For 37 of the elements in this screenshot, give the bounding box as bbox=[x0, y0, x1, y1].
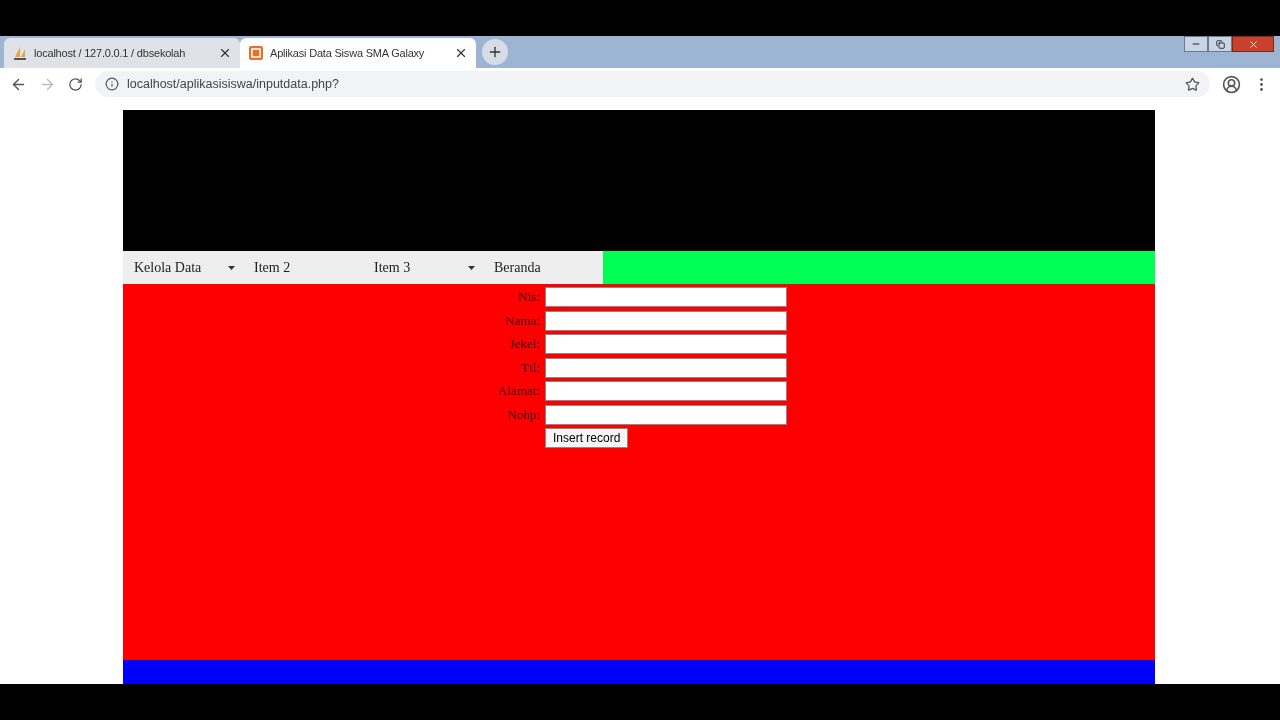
input-field[interactable] bbox=[545, 310, 787, 331]
tab-title: Aplikasi Data Siswa SMA Galaxy bbox=[270, 45, 426, 61]
input-field[interactable] bbox=[545, 334, 787, 354]
tab-title: localhost / 127.0.0.1 / dbsekolah bbox=[34, 45, 187, 61]
input-field[interactable] bbox=[545, 381, 787, 401]
browser-tab[interactable]: Aplikasi Data Siswa SMA Galaxy bbox=[240, 38, 476, 68]
browser-tab[interactable]: localhost / 127.0.0.1 / dbsekolah bbox=[4, 38, 240, 68]
input-field[interactable] bbox=[545, 287, 787, 307]
info-icon bbox=[105, 77, 119, 91]
field-label: Alamat: bbox=[497, 382, 540, 400]
field-label: Jekel: bbox=[508, 335, 540, 353]
nav-item[interactable]: Item 3 bbox=[363, 257, 483, 278]
bookmark-star-icon[interactable] bbox=[1185, 76, 1200, 92]
field-label: Ttl: bbox=[520, 358, 540, 377]
nav-item[interactable]: Beranda bbox=[483, 257, 603, 278]
nav-item[interactable]: Item 2 bbox=[243, 257, 363, 278]
insert-record-button[interactable]: Insert record bbox=[545, 428, 629, 448]
nav-item[interactable]: Kelola Data bbox=[123, 257, 243, 278]
app-logo-icon bbox=[248, 45, 264, 61]
url-text: localhost/aplikasisiswa/inputdata.php? bbox=[127, 75, 340, 93]
new-tab-button[interactable] bbox=[482, 39, 508, 65]
close-icon bbox=[1247, 38, 1259, 50]
address-bar[interactable]: localhost/aplikasisiswa/inputdata.php? bbox=[95, 71, 1210, 97]
minimize-button[interactable] bbox=[1184, 36, 1208, 52]
close-icon[interactable] bbox=[218, 46, 232, 60]
field-label: Nama: bbox=[504, 311, 540, 330]
field-label: Nohp: bbox=[506, 405, 540, 424]
reload-icon[interactable] bbox=[68, 76, 83, 92]
plus-icon bbox=[487, 44, 503, 60]
profile-icon[interactable] bbox=[1222, 74, 1241, 94]
input-field[interactable] bbox=[545, 404, 787, 425]
close-icon[interactable] bbox=[454, 46, 468, 60]
input-field[interactable] bbox=[545, 357, 787, 378]
field-label: Nis: bbox=[517, 288, 540, 306]
restore-icon bbox=[1215, 39, 1225, 49]
sailboat-logo-icon bbox=[12, 45, 28, 61]
restore-button[interactable] bbox=[1208, 36, 1232, 52]
